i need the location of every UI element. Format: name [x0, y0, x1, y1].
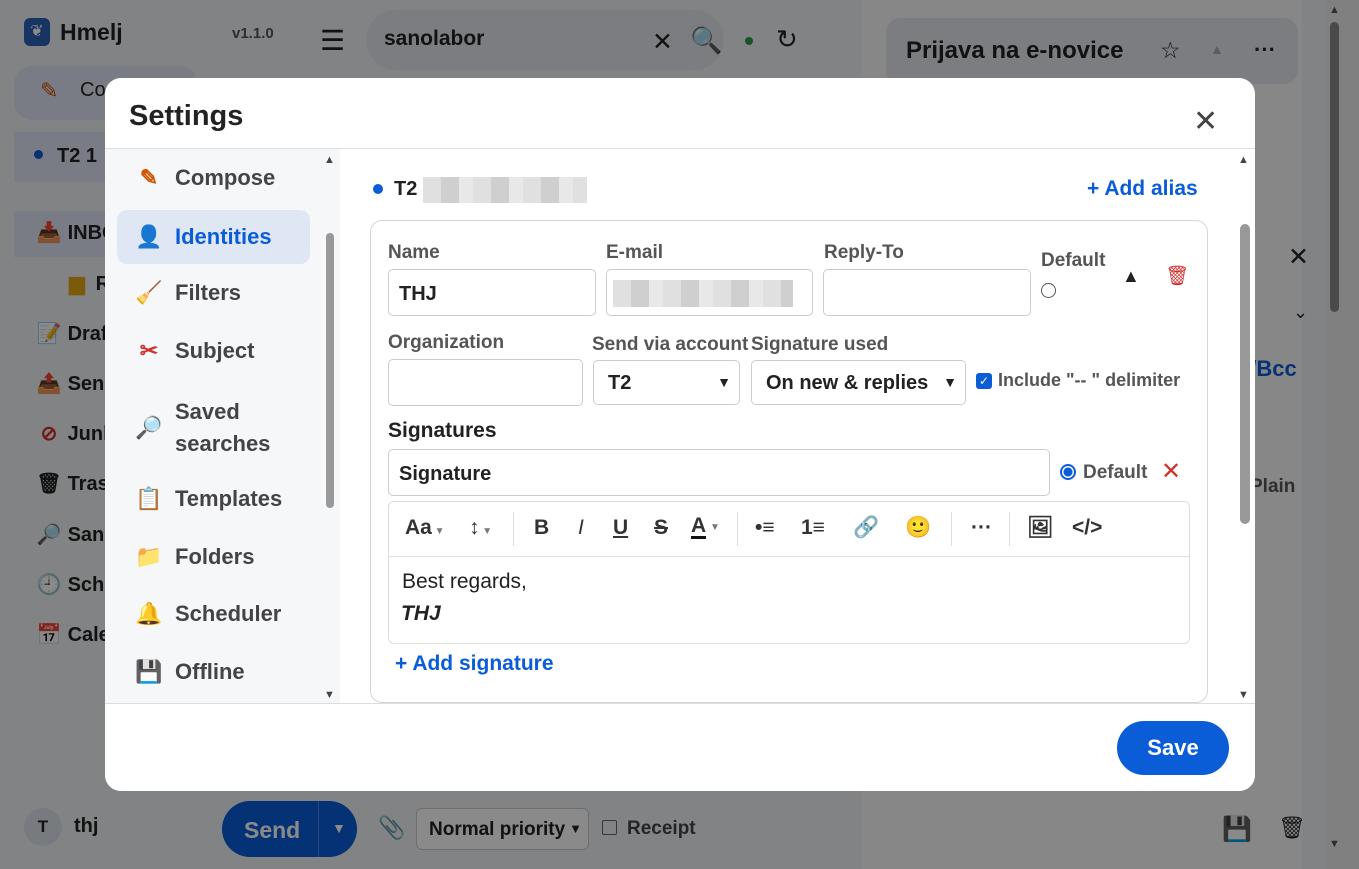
signature-used-value: On new & replies: [766, 372, 929, 394]
redacted-email: [613, 280, 793, 307]
settings-dialog: Settings ✕ ✎ Compose 👤 Identities 🧹 Filters…: [105, 78, 1255, 791]
nav-compose[interactable]: ✎ Compose: [117, 151, 310, 205]
bold-button[interactable]: B: [534, 516, 549, 540]
move-up-icon[interactable]: ▲: [1122, 266, 1140, 287]
broom-icon: 🧹: [135, 280, 163, 305]
chevron-down-icon: ▼: [943, 374, 957, 390]
signature-used-label: Signature used: [751, 334, 889, 355]
nav-label: Filters: [175, 280, 242, 305]
editor-toolbar: Aa ▼ ↕ ▼ B I U S A ▼ •≡ 1≡ 🔗 🙂 ··· 🖼 </>: [388, 501, 1190, 556]
nav-templates[interactable]: 📋 Templates: [117, 472, 310, 526]
add-signature-link[interactable]: + Add signature: [395, 652, 554, 676]
nav-offline[interactable]: 💾 Offline: [117, 645, 310, 699]
remove-signature-icon[interactable]: ✕: [1161, 457, 1181, 486]
nav-saved-searches[interactable]: 🔎 Saved searches: [117, 390, 310, 466]
organization-label: Organization: [388, 332, 505, 353]
default-signature-radio[interactable]: [1060, 464, 1076, 480]
content-scroll-up-icon[interactable]: ▲: [1238, 154, 1249, 166]
default-identity-radio[interactable]: [1041, 283, 1056, 298]
bullet-list-icon[interactable]: •≡: [755, 516, 775, 540]
default-label: Default: [1041, 250, 1106, 271]
numbered-list-icon[interactable]: 1≡: [801, 516, 825, 540]
text-color-button[interactable]: A: [691, 514, 707, 539]
image-icon[interactable]: 🖼: [1027, 516, 1054, 540]
organization-field[interactable]: [388, 359, 583, 406]
signature-name-field[interactable]: Signature: [388, 449, 1050, 496]
signature-name-value: Signature: [399, 463, 492, 485]
name-value: THJ: [399, 283, 437, 305]
content-scroll-down-icon[interactable]: ▼: [1238, 689, 1249, 701]
nav-label: searches: [175, 431, 271, 456]
include-delimiter-checkbox[interactable]: ✓: [976, 373, 992, 389]
nav-label: Identities: [175, 224, 272, 249]
name-field[interactable]: THJ: [388, 269, 596, 316]
strikethrough-button[interactable]: S: [654, 516, 668, 540]
send-via-label: Send via account: [592, 334, 749, 355]
dialog-title: Settings: [129, 100, 244, 132]
person-icon: 👤: [135, 224, 163, 249]
emoji-icon[interactable]: 🙂: [905, 516, 931, 540]
send-via-value: T2: [608, 372, 632, 394]
nav-scrollbar-thumb[interactable]: [326, 233, 334, 508]
font-size-label: Aa: [405, 516, 432, 539]
nav-scroll-up-icon[interactable]: ▲: [324, 154, 335, 166]
nav-filters[interactable]: 🧹 Filters: [117, 266, 310, 320]
more-options-button[interactable]: ···: [971, 516, 992, 540]
folder-icon: 📁: [135, 544, 163, 569]
scissors-icon: ✂: [139, 338, 159, 363]
pencil-icon: ✎: [139, 165, 159, 190]
editor-line-2: THJ: [401, 602, 441, 625]
delete-identity-icon[interactable]: 🗑: [1165, 264, 1189, 288]
nav-label: Subject: [175, 338, 255, 363]
email-field[interactable]: [606, 269, 813, 316]
underline-button[interactable]: U: [613, 516, 628, 540]
nav-label: Scheduler: [175, 601, 282, 626]
magnifier-icon: 🔎: [135, 415, 163, 440]
include-delimiter-label: Include "-- " delimiter: [998, 370, 1181, 390]
bell-icon: 🔔: [135, 601, 163, 626]
name-label: Name: [388, 242, 440, 263]
source-code-button[interactable]: </>: [1072, 516, 1102, 540]
nav-scheduler[interactable]: 🔔 Scheduler: [117, 587, 310, 641]
nav-folders[interactable]: 📁 Folders: [117, 530, 310, 584]
nav-label: Templates: [175, 486, 283, 511]
nav-identities[interactable]: 👤 Identities: [117, 210, 310, 264]
clipboard-icon: 📋: [135, 486, 163, 511]
nav-label: Folders: [175, 544, 255, 569]
identity-header: T2: [394, 178, 418, 200]
italic-button[interactable]: I: [578, 516, 584, 540]
text-color-label: A: [691, 514, 707, 537]
redacted-address: [423, 177, 587, 203]
font-size-button[interactable]: Aa ▼: [405, 516, 445, 540]
nav-label: Saved: [175, 399, 240, 424]
link-icon[interactable]: 🔗: [853, 516, 879, 540]
nav-label: Offline: [175, 659, 245, 684]
signatures-heading: Signatures: [388, 419, 497, 442]
send-via-select[interactable]: T2 ▼: [593, 360, 740, 405]
content-scrollbar-thumb[interactable]: [1240, 224, 1250, 524]
text-color-dropdown-icon[interactable]: ▼: [710, 522, 720, 533]
reply-to-label: Reply-To: [824, 242, 904, 263]
editor-line-1: Best regards,: [402, 570, 527, 593]
nav-label: Compose: [175, 165, 276, 190]
line-height-icon[interactable]: ↕ ▼: [469, 516, 492, 540]
nav-scroll-down-icon[interactable]: ▼: [324, 689, 335, 701]
identity-dot: [373, 184, 383, 194]
reply-to-field[interactable]: [823, 269, 1031, 316]
nav-subject[interactable]: ✂ Subject: [117, 324, 310, 378]
chevron-down-icon: ▼: [717, 374, 731, 390]
signature-used-select[interactable]: On new & replies ▼: [751, 360, 966, 405]
dialog-footer: [105, 703, 1255, 791]
close-icon[interactable]: ✕: [1193, 104, 1218, 139]
floppy-disk-icon: 💾: [135, 659, 163, 684]
email-label: E-mail: [606, 242, 664, 263]
default-signature-label: Default: [1083, 462, 1148, 483]
save-button[interactable]: Save: [1117, 721, 1229, 775]
add-alias-link[interactable]: + Add alias: [1087, 177, 1198, 201]
